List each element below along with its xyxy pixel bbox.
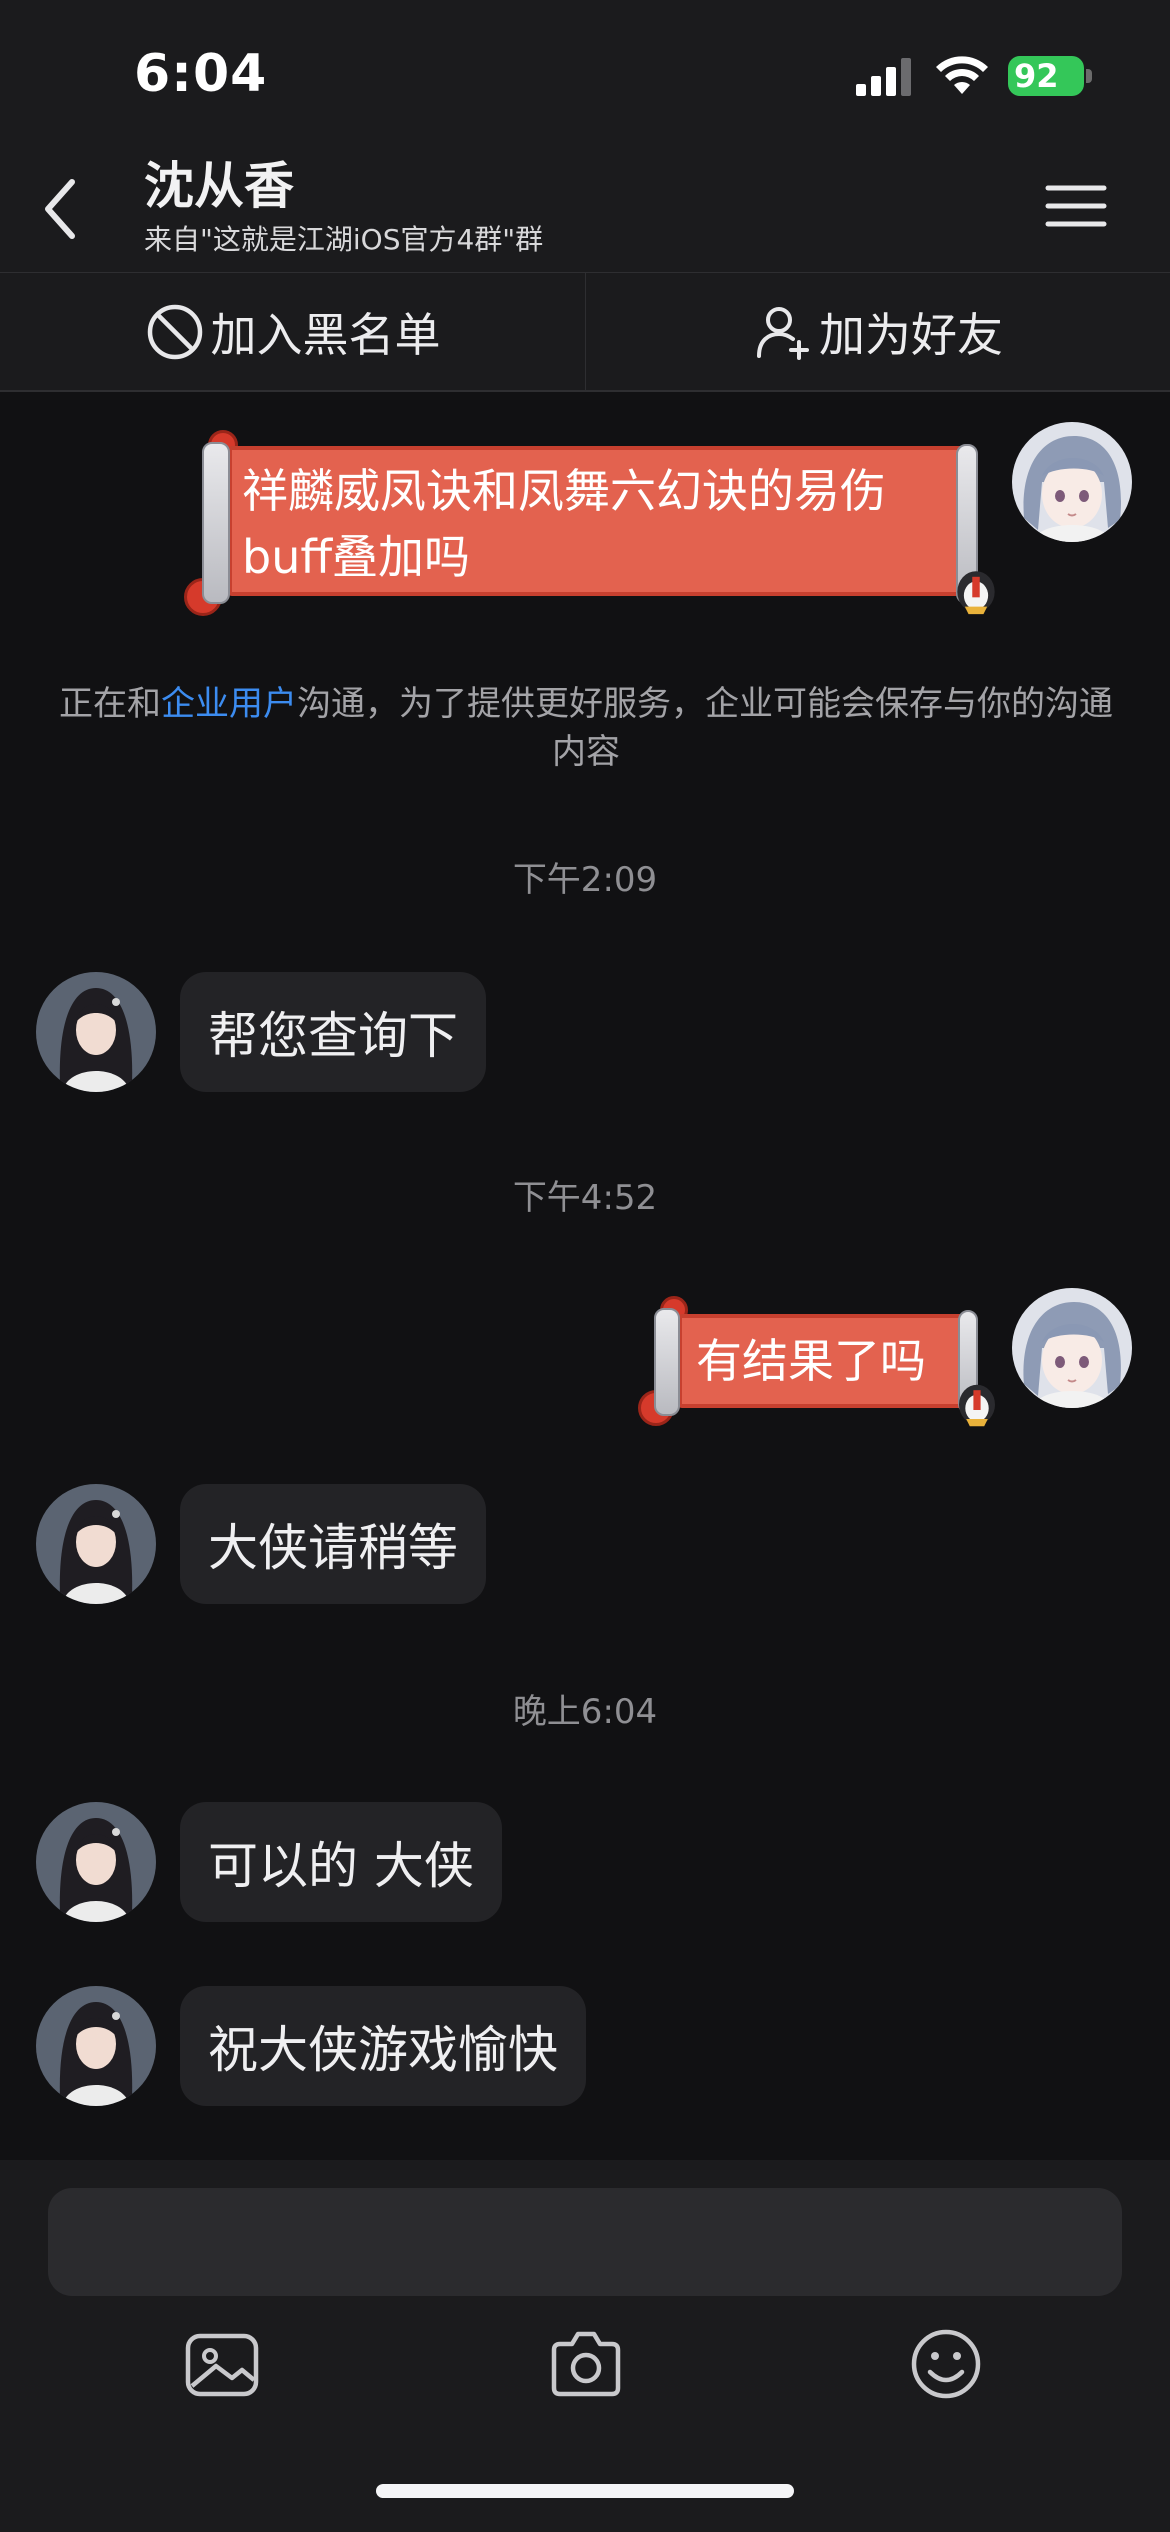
anime-girl-avatar-icon — [1012, 1288, 1132, 1408]
timestamp: 晚上6:04 — [512, 1692, 658, 1732]
battery-tip — [1086, 69, 1092, 83]
timestamp: 下午4:52 — [512, 1178, 658, 1218]
sent-message-text: 祥麟威凤诀和凤舞六幻诀的易伤 buff叠加吗 — [242, 464, 886, 584]
sent-message-bubble[interactable]: 有结果了吗 — [636, 1290, 1010, 1430]
image-icon[interactable] — [180, 2322, 264, 2406]
composer-panel — [0, 2160, 1170, 2532]
home-indicator — [376, 2484, 794, 2498]
my-avatar[interactable] — [1012, 1288, 1132, 1408]
sent-message-bubble[interactable]: 祥麟威凤诀和凤舞六幻诀的易伤 buff叠加吗 — [180, 424, 1010, 620]
timestamp: 下午2:09 — [512, 860, 658, 900]
chat-header: 沈从香 来自"这就是江湖iOS官方4群"群 — [0, 140, 1170, 272]
wifi-icon — [936, 56, 988, 94]
penguin-sticker-icon — [959, 1384, 995, 1427]
contact-source: 来自"这就是江湖iOS官方4群"群 — [144, 223, 544, 256]
character-avatar-icon — [36, 972, 156, 1092]
contact-action-bar: 加入黑名单 加为好友 — [0, 272, 1170, 392]
battery-indicator: 92 — [1008, 56, 1092, 96]
character-avatar-icon — [36, 1802, 156, 1922]
received-message-bubble[interactable]: 帮您查询下 — [180, 972, 486, 1092]
battery-percent: 92 — [1014, 57, 1059, 95]
anime-girl-avatar-icon — [1012, 422, 1132, 542]
sent-message-text: 有结果了吗 — [696, 1334, 926, 1388]
notice-suffix: 沟通，为了提供更好服务，企业可能会保存与你的沟通内容 — [297, 684, 1113, 772]
character-avatar-icon — [36, 1484, 156, 1604]
contact-avatar[interactable] — [36, 1802, 156, 1922]
received-message-bubble[interactable]: 可以的 大侠 — [180, 1802, 502, 1922]
add-to-blacklist-button[interactable]: 加入黑名单 — [0, 273, 585, 391]
add-friend-label: 加为好友 — [819, 308, 1003, 362]
enterprise-user-link[interactable]: 企业用户 — [161, 684, 297, 724]
add-user-icon — [757, 307, 809, 360]
penguin-sticker-icon — [957, 571, 995, 615]
hamburger-menu-icon[interactable] — [1044, 178, 1108, 234]
camera-icon[interactable] — [544, 2322, 628, 2406]
enterprise-notice: 正在和企业用户沟通，为了提供更好服务，企业可能会保存与你的沟通内容 — [56, 680, 1116, 776]
notice-prefix: 正在和 — [59, 684, 161, 724]
received-message-bubble[interactable]: 大侠请稍等 — [180, 1484, 486, 1604]
emoji-icon[interactable] — [904, 2322, 988, 2406]
back-chevron-icon[interactable] — [34, 174, 90, 244]
scroll-rod-left — [654, 1308, 680, 1416]
contact-avatar[interactable] — [36, 1986, 156, 2106]
my-avatar[interactable] — [1012, 422, 1132, 542]
block-icon — [147, 304, 202, 360]
received-message-bubble[interactable]: 祝大侠游戏愉快 — [180, 1986, 586, 2106]
contact-avatar[interactable] — [36, 1484, 156, 1604]
contact-name: 沈从香 — [144, 157, 294, 215]
add-to-blacklist-label: 加入黑名单 — [210, 308, 441, 362]
chat-screen: 6:04 92 沈从香 来自"这就是江湖iOS官方4群"群 加入黑名单 加为好友… — [0, 0, 1170, 2532]
contact-avatar[interactable] — [36, 972, 156, 1092]
message-input[interactable] — [48, 2188, 1122, 2296]
status-bar: 6:04 92 — [0, 0, 1170, 140]
scroll-rod-left — [202, 442, 230, 604]
cellular-signal-icon — [856, 58, 911, 96]
status-time: 6:04 — [134, 44, 268, 104]
add-friend-button[interactable]: 加为好友 — [586, 273, 1170, 391]
character-avatar-icon — [36, 1986, 156, 2106]
